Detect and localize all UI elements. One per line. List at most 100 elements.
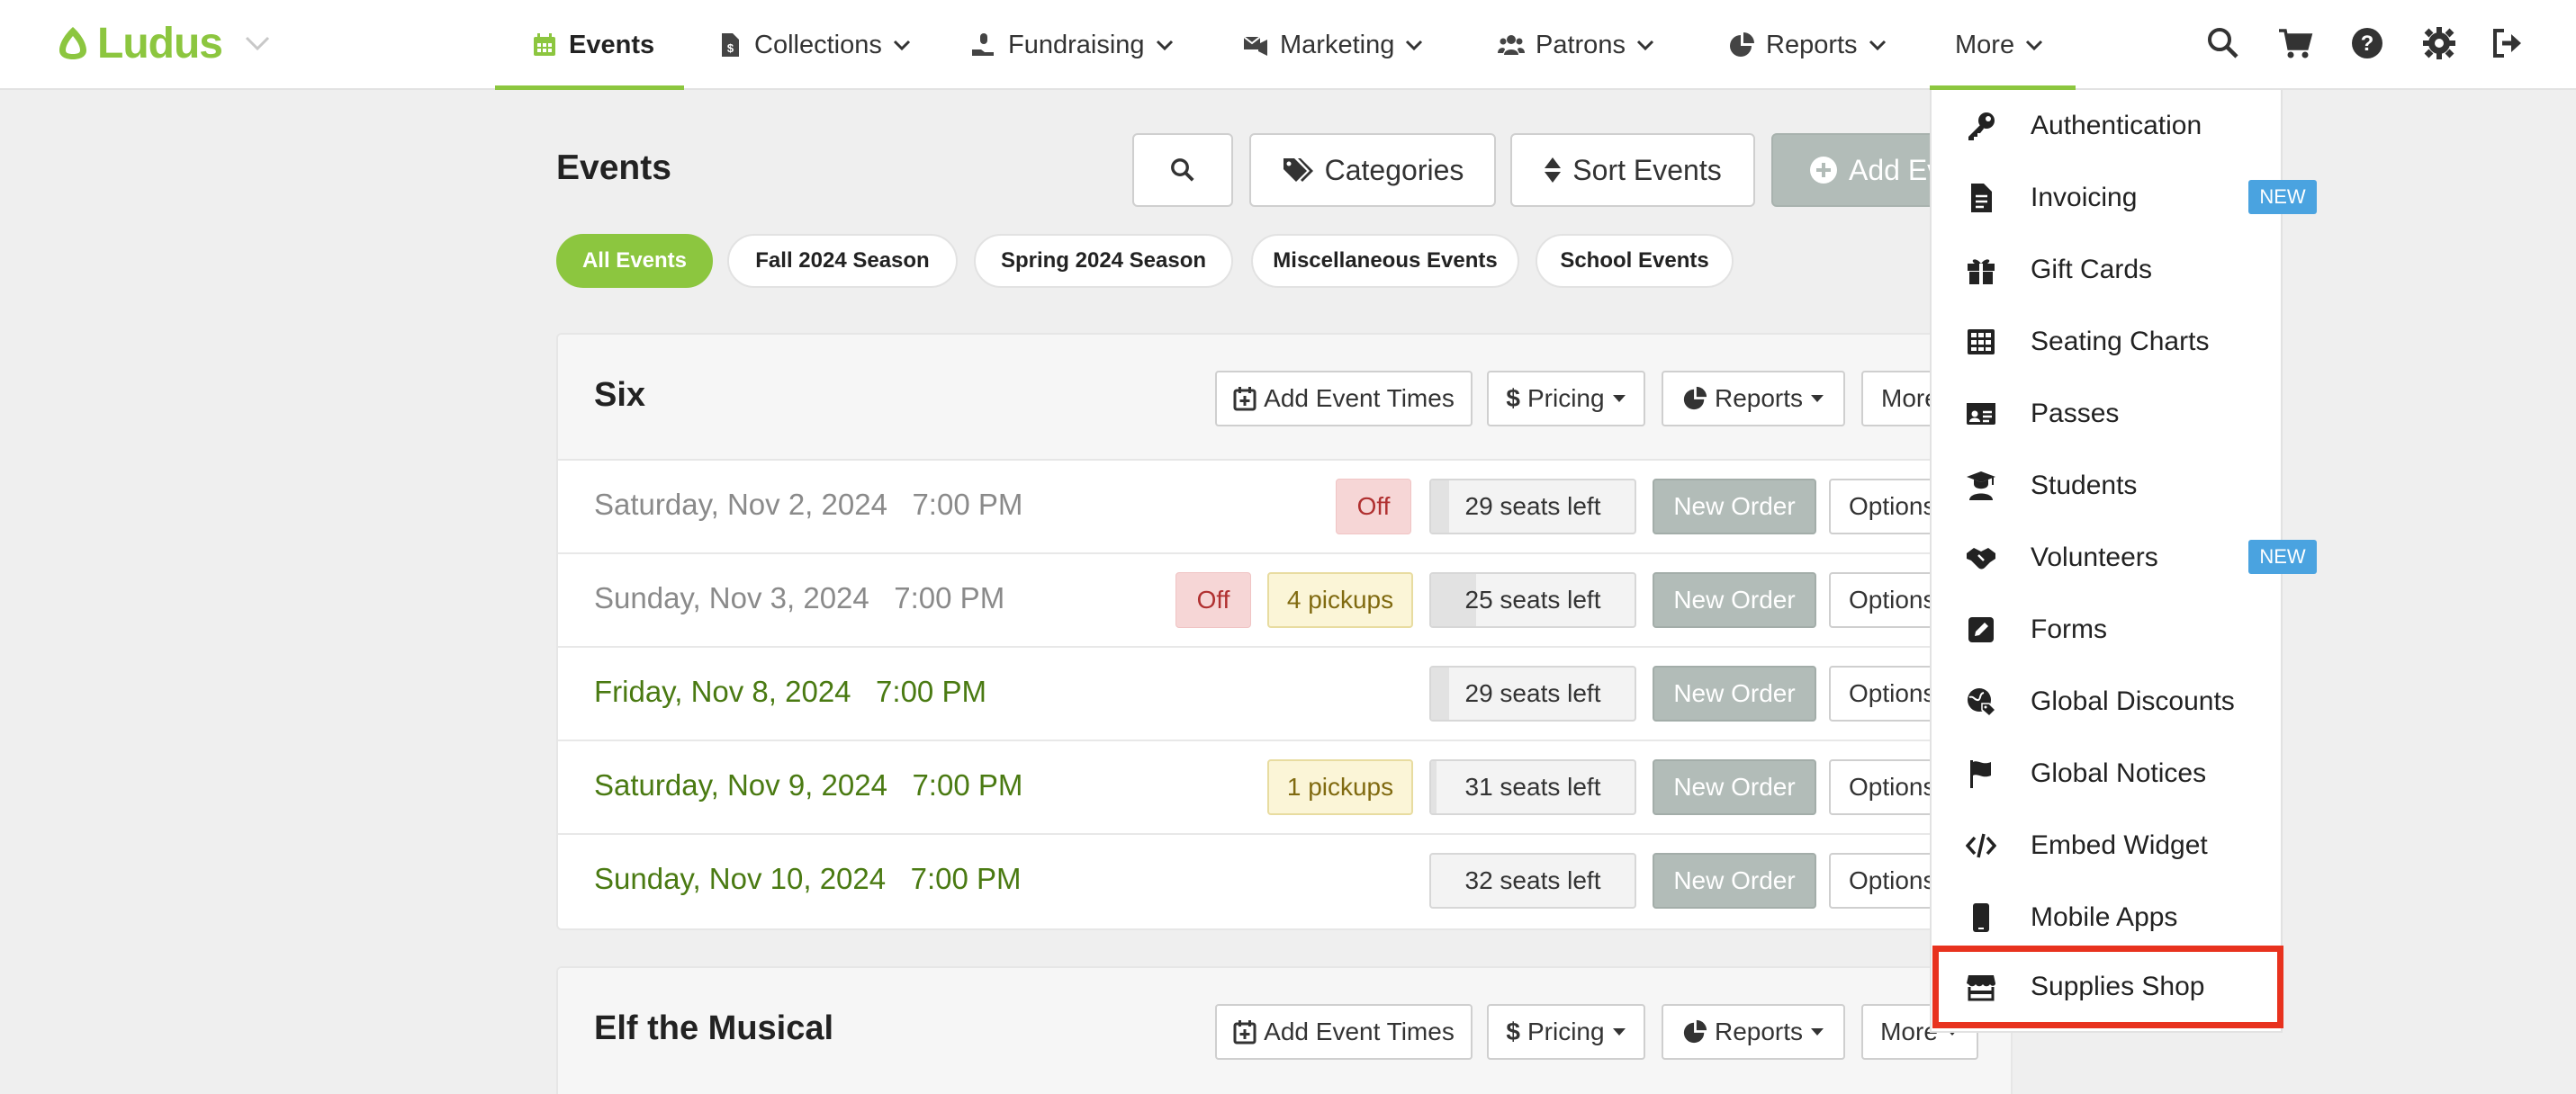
sales-off-badge[interactable]: Off (1175, 572, 1251, 628)
new-order-button[interactable]: New Order (1653, 666, 1816, 722)
chevron-down-icon (1636, 40, 1654, 51)
chevron-down-icon (1406, 40, 1423, 51)
menu-item-label: Students (2031, 471, 2138, 500)
menu-item-supplies-shop[interactable]: Supplies Shop (1932, 946, 2283, 1028)
menu-item-mobile-apps[interactable]: Mobile Apps (1932, 882, 2281, 954)
nav-label: Collections (754, 30, 882, 59)
pickups-badge[interactable]: 4 pickups (1267, 572, 1413, 628)
filter-all-events[interactable]: All Events (556, 234, 713, 288)
search-icon (1171, 158, 1194, 182)
more-dropdown-menu: Authentication Invoicing Gift Cards Seat… (1930, 90, 2283, 1033)
menu-item-passes[interactable]: Passes (1932, 378, 2281, 450)
active-nav-indicator (495, 85, 684, 90)
event-time-row: Saturday, Nov 2, 2024 7:00 PM Off 29 sea… (558, 461, 2011, 554)
filter-fall-2024[interactable]: Fall 2024 Season (727, 234, 958, 288)
menu-item-gift-cards[interactable]: Gift Cards (1932, 234, 2281, 306)
menu-item-label: Global Discounts (2031, 686, 2235, 716)
menu-item-embed-widget[interactable]: Embed Widget (1932, 810, 2281, 882)
filter-school-events[interactable]: School Events (1536, 234, 1734, 288)
caret-down-icon (1612, 1028, 1626, 1036)
calendar-plus-icon (1233, 1020, 1256, 1045)
search-icon[interactable] (2205, 25, 2241, 61)
pricing-label: Pricing (1527, 1018, 1605, 1045)
reports-label: Reports (1714, 384, 1804, 412)
add-event-button[interactable]: Add Ev (1771, 133, 1951, 207)
cart-icon[interactable] (2277, 25, 2313, 61)
nav-more[interactable]: More (1955, 0, 2043, 90)
pickups-badge[interactable]: 1 pickups (1267, 759, 1413, 815)
sales-off-badge[interactable]: Off (1336, 479, 1411, 534)
mobile-phone-icon (1973, 903, 1989, 932)
seats-left-indicator[interactable]: 32 seats left (1429, 853, 1636, 909)
categories-button[interactable]: Categories (1249, 133, 1496, 207)
nav-marketing[interactable]: Marketing (1242, 0, 1423, 90)
card-header: Six Add Event Times $ Pricing Reports Mo… (558, 335, 2011, 461)
menu-item-seating-charts[interactable]: Seating Charts (1932, 306, 2281, 378)
reports-dropdown[interactable]: Reports (1662, 371, 1845, 426)
donate-hand-icon (972, 33, 994, 56)
menu-item-volunteers[interactable]: Volunteers (1932, 522, 2281, 594)
menu-item-label: Passes (2031, 399, 2120, 428)
top-navbar: Ludus Events $ Collections Fundraising M… (0, 0, 2576, 90)
menu-item-label: Authentication (2031, 111, 2202, 140)
seats-left-indicator[interactable]: 29 seats left (1429, 479, 1636, 534)
menu-item-label: Global Notices (2031, 758, 2207, 788)
event-date: Sunday, Nov 3, 2024 7:00 PM (594, 581, 1005, 614)
pie-chart-icon (1683, 386, 1707, 410)
ludus-logo[interactable]: Ludus (58, 16, 271, 70)
pricing-dropdown[interactable]: $ Pricing (1487, 371, 1645, 426)
id-card-icon (1967, 403, 1995, 425)
chevron-down-icon[interactable] (244, 35, 271, 51)
graduate-icon (1967, 471, 1995, 500)
nav-label: More (1955, 30, 2015, 59)
menu-item-forms[interactable]: Forms (1932, 594, 2281, 666)
add-event-label: Add Ev (1849, 153, 1942, 186)
event-time-row: Friday, Nov 8, 2024 7:00 PM 29 seats lef… (558, 648, 2011, 741)
sign-out-icon[interactable] (2490, 25, 2526, 61)
nav-reports[interactable]: Reports (1728, 0, 1887, 90)
search-events-button[interactable] (1132, 133, 1233, 207)
nav-label: Events (569, 30, 655, 59)
menu-item-students[interactable]: Students (1932, 450, 2281, 522)
menu-item-global-notices[interactable]: Global Notices (1932, 738, 2281, 810)
menu-item-label: Gift Cards (2031, 255, 2153, 284)
seats-left-indicator[interactable]: 29 seats left (1429, 666, 1636, 722)
event-time-row: Saturday, Nov 9, 2024 7:00 PM 1 pickups … (558, 741, 2011, 835)
seats-left-indicator[interactable]: 25 seats left (1429, 572, 1636, 628)
nav-patrons[interactable]: Patrons (1498, 0, 1654, 90)
edit-square-icon (1968, 617, 1994, 642)
add-times-label: Add Event Times (1264, 1018, 1455, 1045)
flag-icon (1970, 760, 1991, 788)
nav-collections[interactable]: $ Collections (716, 0, 911, 90)
add-event-times-button[interactable]: Add Event Times (1215, 371, 1473, 426)
menu-item-authentication[interactable]: Authentication (1932, 90, 2281, 162)
store-icon (1967, 975, 1995, 1001)
menu-item-label: Volunteers (2031, 543, 2158, 572)
filter-miscellaneous[interactable]: Miscellaneous Events (1251, 234, 1519, 288)
new-order-button[interactable]: New Order (1653, 759, 1816, 815)
nav-events[interactable]: Events (531, 0, 654, 90)
gear-icon[interactable] (2421, 25, 2457, 61)
grid-table-icon (1968, 329, 1995, 354)
add-event-times-button[interactable]: Add Event Times (1215, 1004, 1473, 1060)
reports-label: Reports (1714, 1018, 1804, 1045)
seats-left-indicator[interactable]: 31 seats left (1429, 759, 1636, 815)
event-date: Saturday, Nov 2, 2024 7:00 PM (594, 488, 1023, 521)
pie-chart-icon (1730, 32, 1754, 57)
new-order-button[interactable]: New Order (1653, 572, 1816, 628)
sort-label: Sort Events (1572, 153, 1722, 186)
menu-item-label: Embed Widget (2031, 830, 2208, 860)
filter-spring-2024[interactable]: Spring 2024 Season (974, 234, 1233, 288)
nav-fundraising[interactable]: Fundraising (970, 0, 1174, 90)
chevron-down-icon (2026, 40, 2043, 51)
menu-item-global-discounts[interactable]: Global Discounts (1932, 666, 2281, 738)
menu-item-label: Mobile Apps (2031, 902, 2178, 932)
new-order-button[interactable]: New Order (1653, 853, 1816, 909)
reports-dropdown[interactable]: Reports (1662, 1004, 1845, 1060)
help-icon[interactable]: ? (2349, 25, 2385, 61)
menu-item-invoicing[interactable]: Invoicing (1932, 162, 2281, 234)
new-order-button[interactable]: New Order (1653, 479, 1816, 534)
sort-events-button[interactable]: Sort Events (1510, 133, 1755, 207)
pricing-dropdown[interactable]: $ Pricing (1487, 1004, 1645, 1060)
caret-down-icon (1811, 395, 1824, 402)
